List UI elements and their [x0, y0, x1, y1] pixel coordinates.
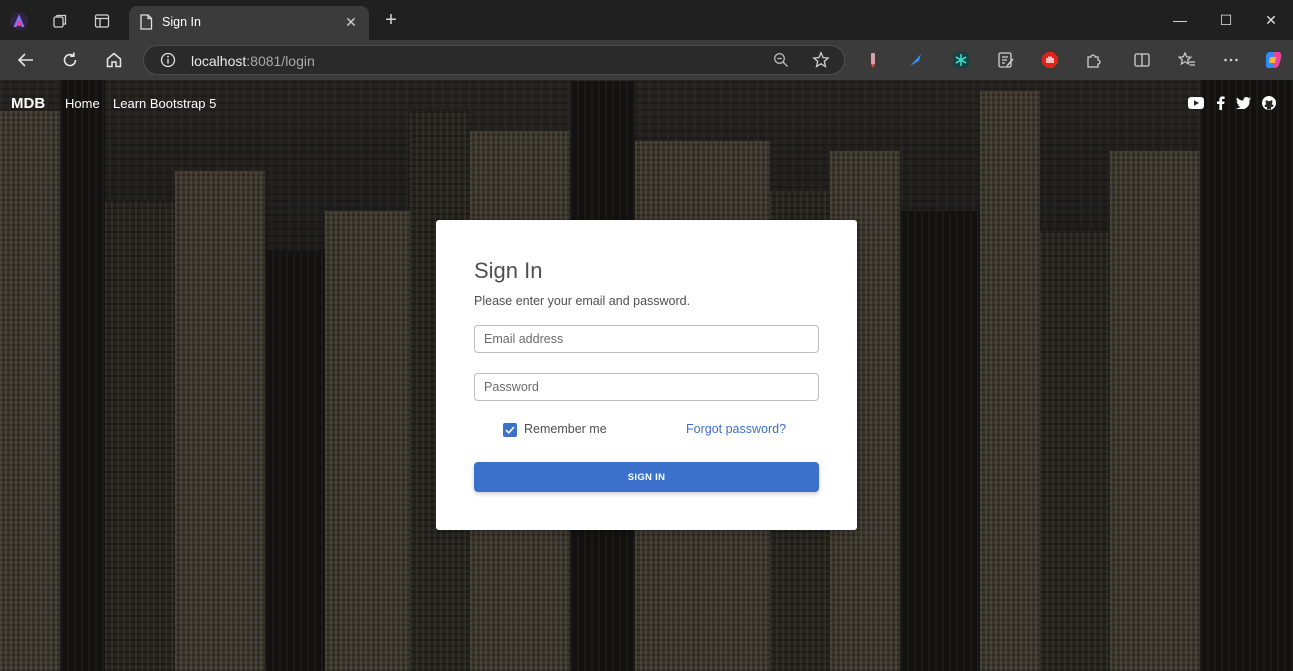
split-screen-icon[interactable]: [1133, 51, 1151, 69]
page-icon: [136, 12, 156, 32]
nav-link-home[interactable]: Home: [65, 96, 100, 111]
address-host: localhost: [191, 53, 247, 69]
facebook-icon[interactable]: [1212, 96, 1228, 110]
address-text: localhost:8081/login: [191, 53, 315, 69]
more-options-icon[interactable]: [1222, 51, 1240, 69]
youtube-icon[interactable]: [1188, 96, 1204, 110]
address-path: :8081/login: [246, 53, 315, 69]
site-info-icon[interactable]: [158, 50, 178, 70]
remember-me-checkbox[interactable]: [503, 423, 517, 437]
refresh-icon[interactable]: [59, 50, 81, 70]
extension-snowflake-icon[interactable]: [952, 51, 970, 69]
sign-in-button[interactable]: SIGN IN: [474, 462, 819, 492]
login-title: Sign In: [474, 258, 543, 283]
password-input[interactable]: [475, 374, 818, 400]
tab-sign-in[interactable]: Sign In ✕: [129, 6, 369, 40]
address-bar[interactable]: localhost:8081/login: [143, 45, 845, 75]
workspaces-icon[interactable]: [50, 11, 70, 31]
close-window-button[interactable]: ✕: [1248, 8, 1293, 32]
new-tab-button[interactable]: +: [381, 10, 401, 32]
favorite-star-icon[interactable]: [811, 50, 831, 70]
twitter-icon[interactable]: [1235, 96, 1251, 110]
zoom-icon[interactable]: [771, 50, 791, 70]
tab-close-icon[interactable]: ✕: [343, 14, 359, 30]
minimize-button[interactable]: —: [1157, 8, 1203, 32]
extension-pen-icon[interactable]: [864, 51, 882, 69]
maximize-button[interactable]: ☐: [1203, 8, 1249, 32]
tab-title: Sign In: [162, 15, 201, 29]
login-card: Sign In Please enter your email and pass…: [436, 220, 857, 530]
remember-me-label[interactable]: Remember me: [524, 422, 607, 436]
site-navbar: MDB Home Learn Bootstrap 5: [0, 80, 1293, 126]
github-icon[interactable]: [1261, 96, 1277, 110]
extension-adblock-icon[interactable]: [1041, 51, 1059, 69]
tab-actions-icon[interactable]: [92, 11, 112, 31]
extension-notes-icon[interactable]: [997, 51, 1015, 69]
back-icon[interactable]: [15, 50, 37, 70]
nav-link-learn-bootstrap[interactable]: Learn Bootstrap 5: [113, 96, 216, 111]
login-subtitle: Please enter your email and password.: [474, 294, 691, 308]
forgot-password-link[interactable]: Forgot password?: [686, 422, 786, 436]
brand-logo[interactable]: MDB: [11, 95, 45, 112]
extensions-puzzle-icon[interactable]: [1085, 51, 1103, 69]
copilot-icon[interactable]: [1262, 49, 1284, 71]
email-field[interactable]: [474, 325, 819, 353]
page-background: MDB Home Learn Bootstrap 5 Sign In Pleas…: [0, 80, 1293, 671]
browser-toolbar: localhost:8081/login: [0, 40, 1293, 80]
password-field[interactable]: [474, 373, 819, 401]
profile-icon[interactable]: [9, 11, 29, 31]
browser-tab-bar: Sign In ✕ + — ☐ ✕: [0, 0, 1293, 40]
checkmark-icon: [505, 426, 515, 434]
home-icon[interactable]: [103, 50, 125, 70]
email-input[interactable]: [475, 326, 818, 352]
extension-feather-icon[interactable]: [907, 51, 925, 69]
favorites-icon[interactable]: [1178, 51, 1196, 69]
